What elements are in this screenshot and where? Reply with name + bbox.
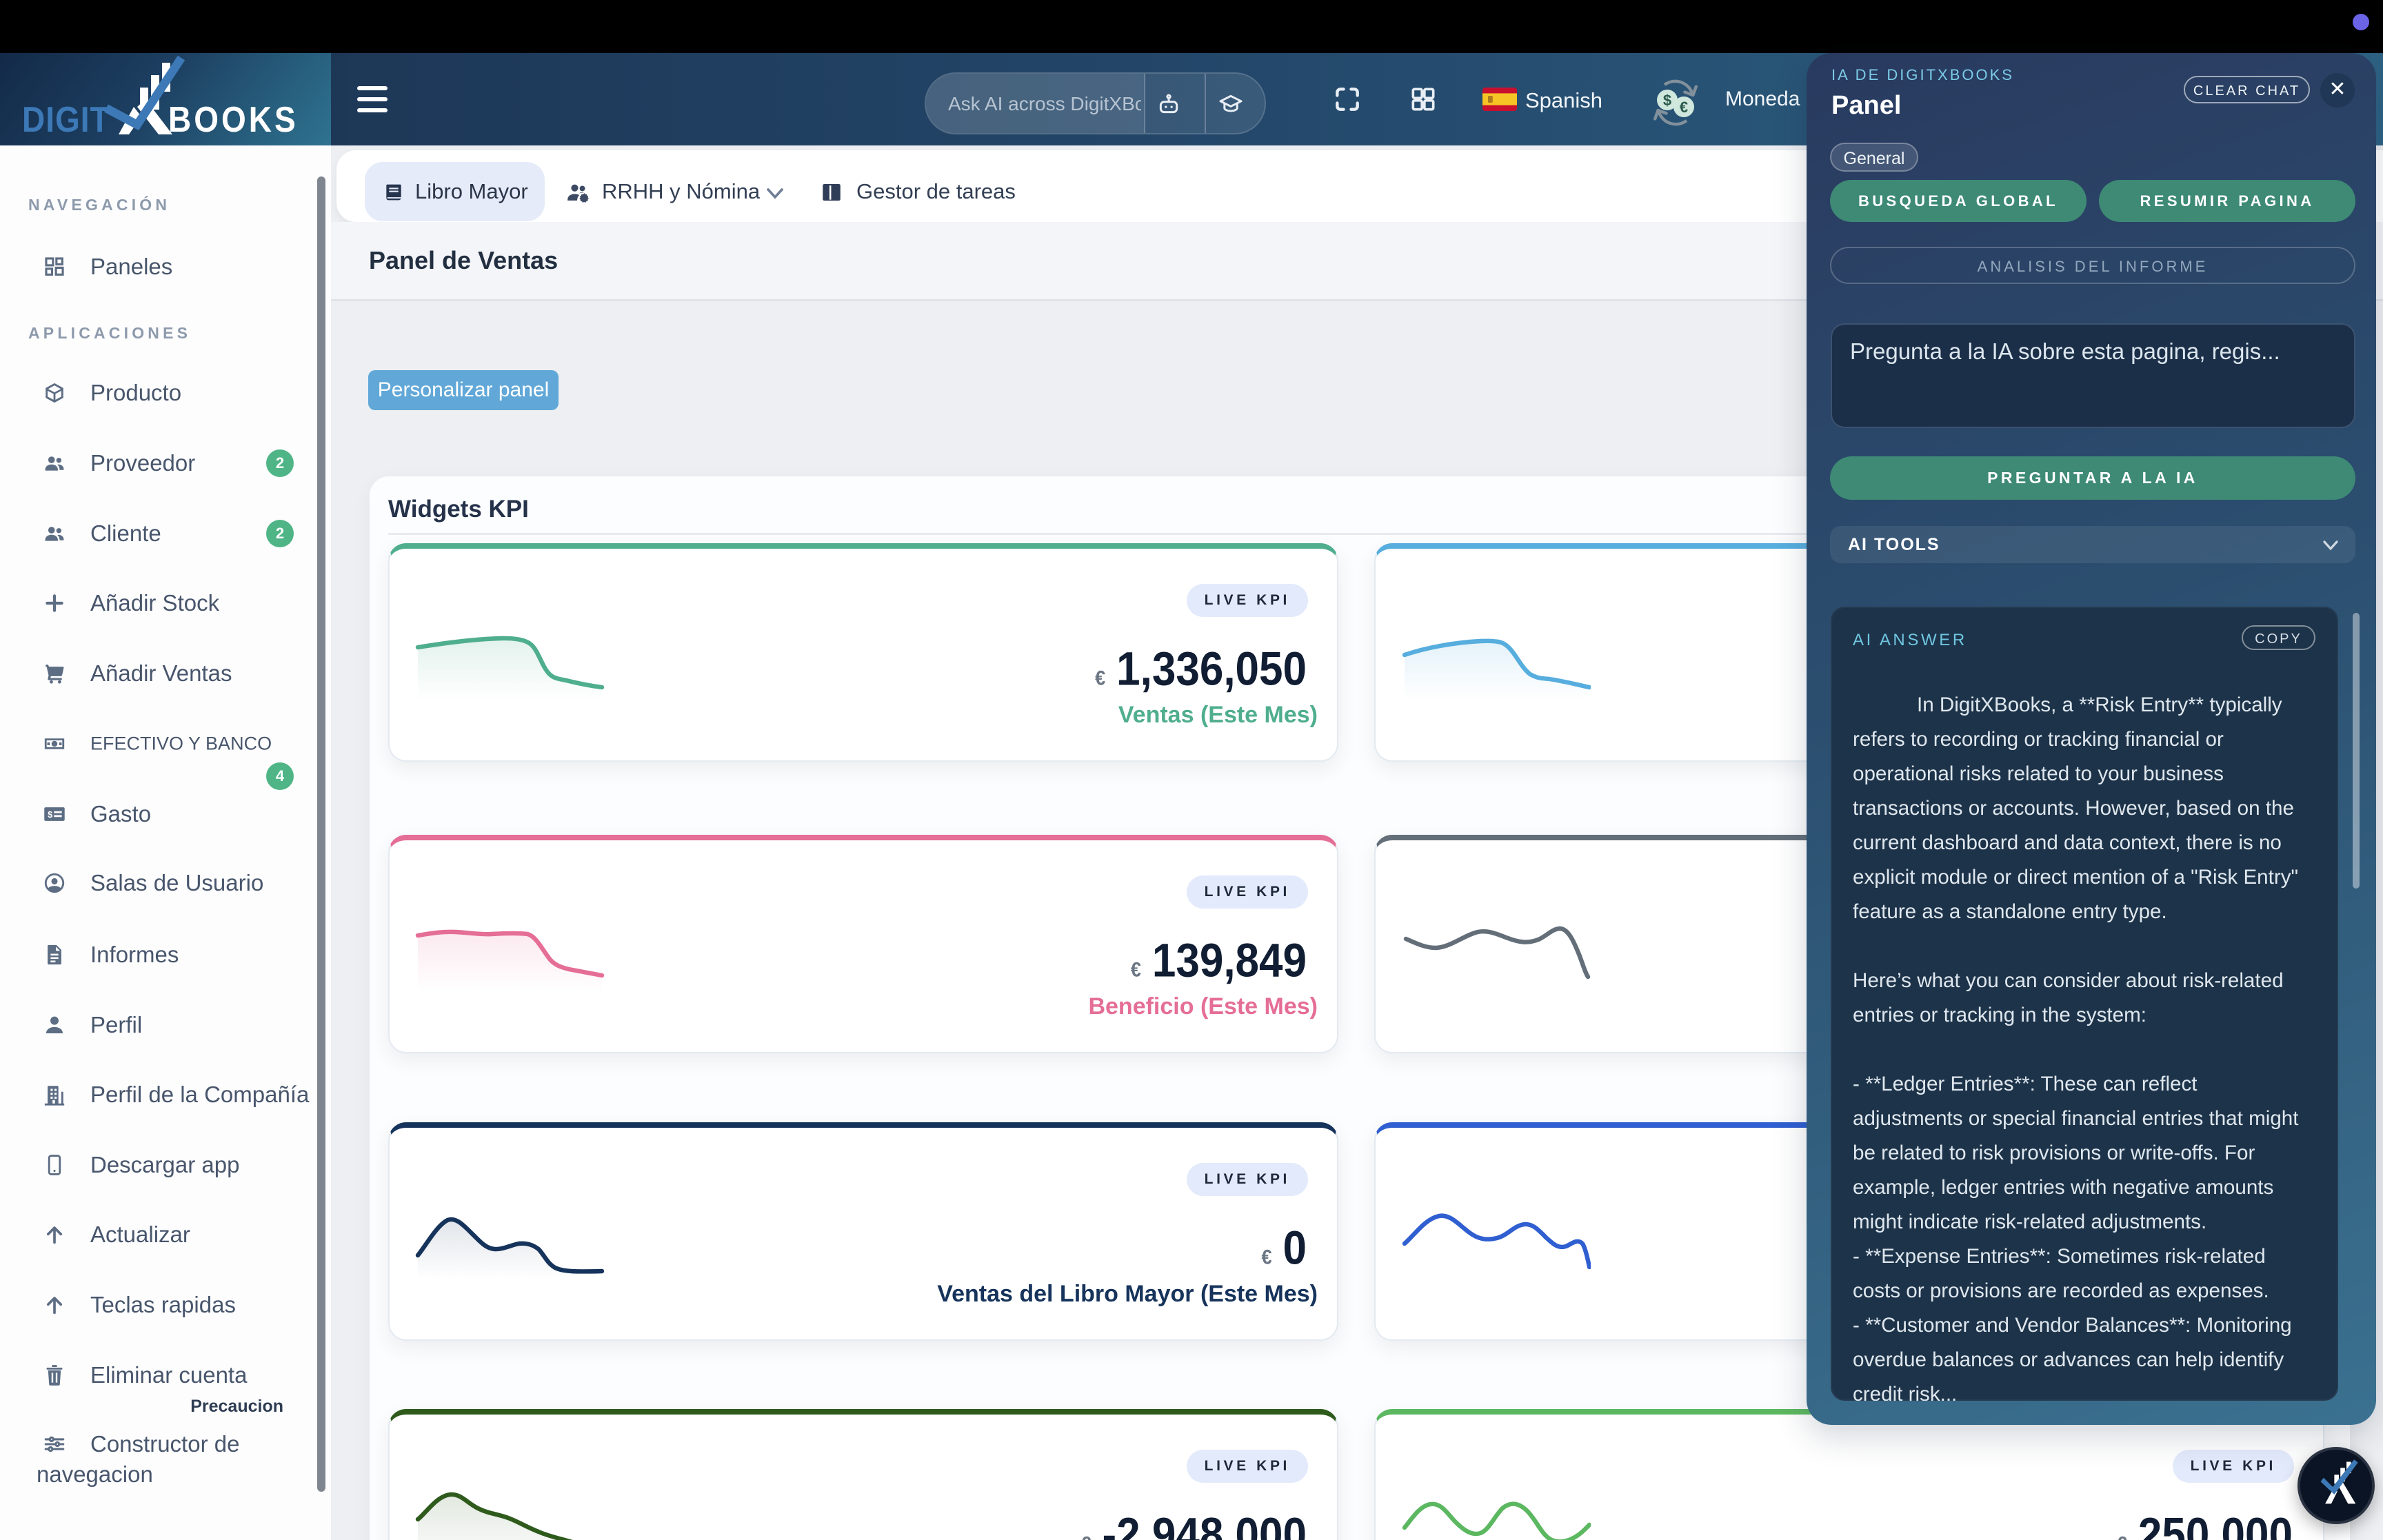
svg-text:$: $ [48,809,52,820]
svg-text:$: $ [1663,92,1671,109]
svg-text:€: € [1680,99,1688,116]
